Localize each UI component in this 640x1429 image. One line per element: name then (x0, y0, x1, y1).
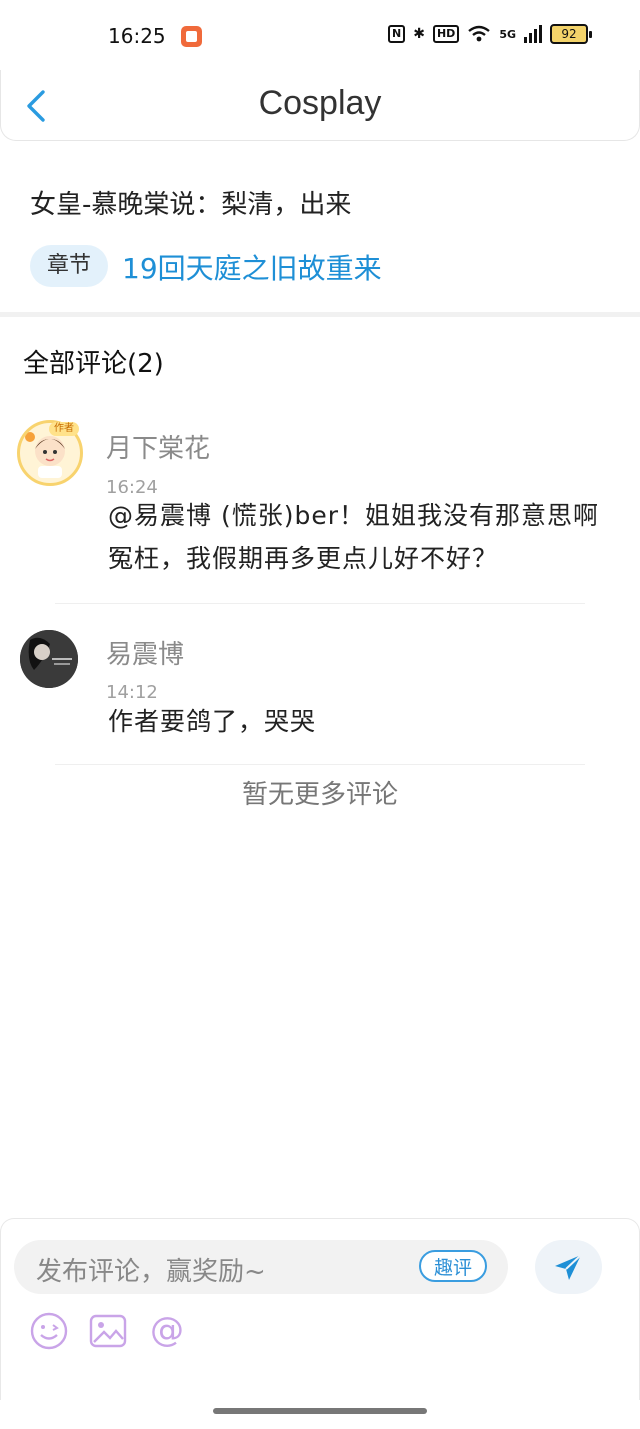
comment-text: 作者要鸽了，哭哭 (108, 707, 317, 736)
signal-icon (524, 25, 542, 43)
comment-divider (55, 603, 585, 604)
no-more-comments: 暂无更多评论 (241, 780, 398, 810)
image-icon[interactable] (88, 1311, 128, 1351)
network-type-icon: 5G (499, 27, 516, 41)
comment-divider (55, 764, 585, 765)
comment-author[interactable]: 月下棠花 (106, 428, 210, 465)
comments-heading: 全部评论(2) (23, 349, 164, 379)
comment-input[interactable]: 发布评论，赢奖励~ 趣评 (14, 1240, 508, 1294)
chapter-link[interactable]: 19回天庭之旧故重来 (122, 247, 382, 287)
chapter-quote: 女皇-慕晚棠说：梨清，出来 (30, 190, 352, 220)
bluetooth-icon: ✱ (413, 26, 425, 42)
top-nav-bar: Cosplay (0, 70, 640, 141)
wifi-icon (468, 25, 491, 42)
emoji-icon[interactable] (29, 1311, 69, 1351)
comment-text: @易震博 (慌张)ber！姐姐我没有那意思啊冤枉，我假期再多更点儿好不好？ (108, 501, 599, 573)
comment-composer: 发布评论，赢奖励~ 趣评 @ (0, 1218, 640, 1400)
nfc-icon: N (388, 25, 406, 43)
battery-tip (589, 30, 592, 38)
section-divider (0, 312, 640, 317)
status-icons: N ✱ HD 5G 92 (388, 24, 592, 44)
send-button[interactable] (535, 1240, 602, 1294)
status-bar: 16:25 N ✱ HD 5G 92 (0, 0, 640, 70)
author-badge: 作者 (49, 422, 79, 436)
mention-icon[interactable]: @ (147, 1311, 187, 1351)
avatar[interactable] (20, 630, 78, 688)
chapter-tag: 章节 (30, 245, 108, 287)
avatar-photo-icon (20, 630, 78, 688)
home-indicator[interactable] (213, 1408, 427, 1414)
send-icon (555, 1254, 582, 1280)
battery-icon: 92 (550, 24, 592, 44)
page-title: Cosplay (258, 84, 382, 122)
svg-text:@: @ (150, 1311, 184, 1350)
comment-author[interactable]: 易震博 (106, 634, 184, 671)
status-time: 16:25 (108, 24, 166, 48)
hd-icon: HD (432, 25, 460, 43)
comment-time: 16:24 (106, 477, 158, 493)
comment-input-placeholder: 发布评论，赢奖励~ (36, 1257, 266, 1287)
comment-time: 14:12 (106, 682, 158, 698)
notification-app-icon (181, 26, 202, 47)
qu-ping-button[interactable]: 趣评 (419, 1250, 487, 1282)
battery-level: 92 (550, 24, 588, 44)
